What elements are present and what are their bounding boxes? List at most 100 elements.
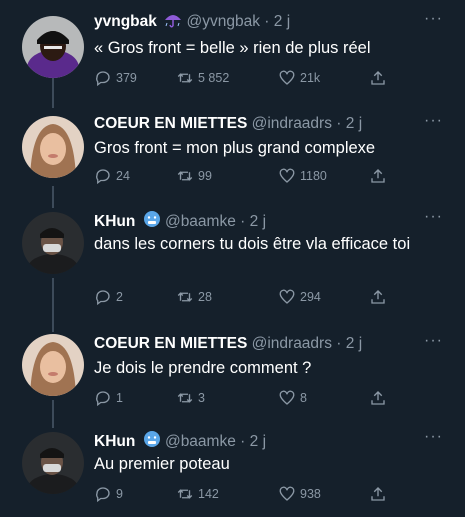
reply-count: 9 — [116, 487, 123, 501]
separator-dot: · — [240, 213, 246, 230]
tweet-text: dans les corners tu dois être vla effica… — [94, 235, 411, 253]
share-button[interactable] — [369, 484, 387, 504]
tweet-text: « Gros front = belle » rien de plus réel — [94, 39, 371, 57]
tweet-text: Au premier poteau — [94, 455, 230, 473]
separator-dot: · — [264, 13, 270, 30]
share-button[interactable] — [369, 287, 387, 307]
action-bar: 24 99 1180 — [94, 166, 414, 186]
more-options-icon[interactable]: ··· — [424, 208, 443, 226]
action-bar: 1 3 8 — [94, 388, 414, 408]
display-name[interactable]: yvngbak — [94, 13, 157, 30]
timestamp[interactable]: 2 j — [250, 433, 266, 450]
reply-icon — [96, 169, 110, 185]
reply-count: 379 — [116, 71, 137, 85]
handle[interactable]: @indraadrs — [252, 115, 332, 132]
tweet[interactable]: KHun @baamke · 2 j ··· Au premier poteau… — [0, 428, 465, 510]
reply-button[interactable]: 1 — [94, 388, 123, 408]
retweet-count: 5 852 — [198, 71, 230, 85]
tweet-header: yvngbak @yvngbak · 2 j — [94, 12, 290, 34]
tweet-header: KHun @baamke · 2 j — [94, 430, 266, 454]
reply-button[interactable]: 24 — [94, 166, 130, 186]
retweet-button[interactable]: 3 — [176, 388, 205, 408]
heart-icon — [279, 390, 295, 405]
share-button[interactable] — [369, 166, 387, 186]
reply-button[interactable]: 9 — [94, 484, 123, 504]
like-count: 21k — [300, 71, 321, 85]
heart-icon — [279, 486, 295, 501]
more-options-icon[interactable]: ··· — [424, 428, 443, 446]
share-icon — [371, 71, 385, 85]
reply-count: 2 — [116, 290, 123, 304]
more-options-icon[interactable]: ··· — [424, 10, 443, 28]
handle[interactable]: @yvngbak — [187, 13, 260, 30]
tweet[interactable]: yvngbak @yvngbak · 2 j ··· « Gros front … — [0, 10, 465, 92]
like-button[interactable]: 294 — [278, 287, 321, 307]
retweet-button[interactable]: 142 — [176, 484, 219, 504]
retweet-button[interactable]: 99 — [176, 166, 212, 186]
like-count: 294 — [300, 290, 321, 304]
handle[interactable]: @indraadrs — [252, 335, 332, 352]
like-count: 1180 — [300, 169, 327, 183]
retweet-button[interactable]: 28 — [176, 287, 212, 307]
heart-icon — [279, 70, 295, 85]
retweet-icon — [177, 489, 193, 499]
tweet[interactable]: COEUR EN MIETTES @indraadrs · 2 j ··· Je… — [0, 332, 465, 414]
timestamp[interactable]: 2 j — [346, 115, 362, 132]
display-name[interactable]: COEUR EN MIETTES — [94, 115, 247, 132]
reply-count: 24 — [116, 169, 130, 183]
tweet[interactable]: COEUR EN MIETTES @indraadrs · 2 j ··· Gr… — [0, 112, 465, 194]
share-icon — [371, 169, 385, 183]
tweet-header: KHun @baamke · 2 j — [94, 210, 266, 234]
separator-dot: · — [336, 115, 342, 132]
reply-button[interactable]: 2 — [94, 287, 123, 307]
handle[interactable]: @baamke — [165, 213, 236, 230]
more-options-icon[interactable]: ··· — [424, 332, 443, 350]
timestamp[interactable]: 2 j — [274, 13, 290, 30]
more-options-icon[interactable]: ··· — [424, 112, 443, 130]
retweet-icon — [177, 171, 193, 181]
like-button[interactable]: 938 — [278, 484, 321, 504]
heart-icon — [279, 168, 295, 183]
share-icon — [371, 290, 385, 304]
avatar[interactable] — [22, 16, 84, 78]
like-button[interactable]: 1180 — [278, 166, 327, 186]
avatar[interactable] — [22, 432, 84, 494]
like-count: 8 — [300, 391, 307, 405]
retweet-count: 3 — [198, 391, 205, 405]
retweet-count: 142 — [198, 487, 219, 501]
share-button[interactable] — [369, 388, 387, 408]
tweet-header: COEUR EN MIETTES @indraadrs · 2 j — [94, 114, 362, 134]
cold-face-emoji — [143, 430, 161, 454]
display-name[interactable]: COEUR EN MIETTES — [94, 335, 247, 352]
timestamp[interactable]: 2 j — [346, 335, 362, 352]
reply-icon — [96, 71, 110, 87]
retweet-count: 99 — [198, 169, 212, 183]
display-name[interactable]: KHun — [94, 433, 135, 450]
share-icon — [371, 487, 385, 501]
reply-icon — [96, 290, 110, 306]
avatar[interactable] — [22, 334, 84, 396]
handle[interactable]: @baamke — [165, 433, 236, 450]
reply-icon — [96, 391, 110, 407]
action-bar: 2 28 294 — [94, 287, 414, 307]
retweet-button[interactable]: 5 852 — [176, 68, 229, 88]
share-icon — [371, 391, 385, 405]
display-name[interactable]: KHun — [94, 213, 135, 230]
action-bar: 379 5 852 21k — [94, 68, 414, 88]
avatar[interactable] — [22, 116, 84, 178]
tweet[interactable]: KHun @baamke · 2 j ··· dans les corners … — [0, 208, 465, 310]
tweet-text: Je dois le prendre comment ? — [94, 359, 312, 377]
cold-face-emoji — [143, 210, 161, 234]
retweet-count: 28 — [198, 290, 212, 304]
umbrella-rain-emoji — [164, 12, 182, 34]
separator-dot: · — [336, 335, 342, 352]
timestamp[interactable]: 2 j — [250, 213, 266, 230]
reply-button[interactable]: 379 — [94, 68, 137, 88]
reply-count: 1 — [116, 391, 123, 405]
avatar[interactable] — [22, 212, 84, 274]
share-button[interactable] — [369, 68, 387, 88]
retweet-icon — [177, 73, 193, 83]
like-count: 938 — [300, 487, 321, 501]
like-button[interactable]: 21k — [278, 68, 320, 88]
like-button[interactable]: 8 — [278, 388, 307, 408]
